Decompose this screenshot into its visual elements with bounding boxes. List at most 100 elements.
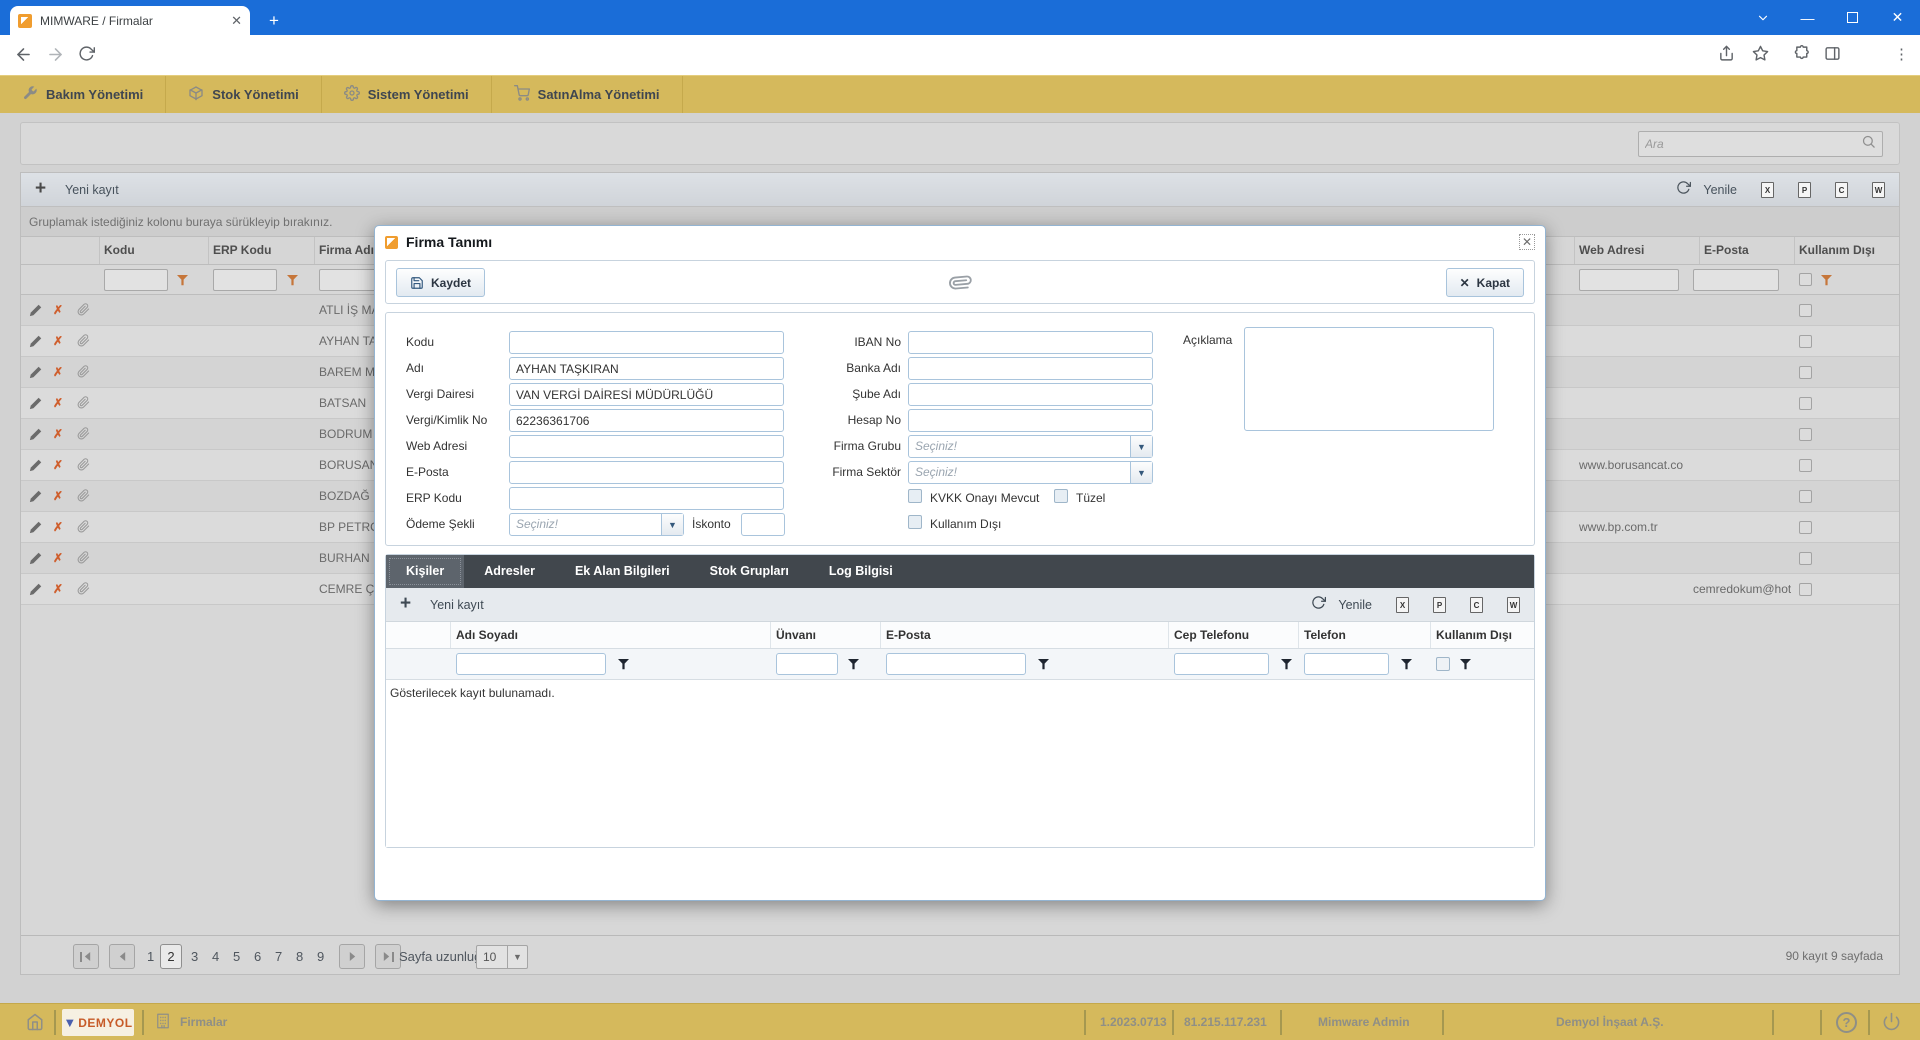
new-record-plus-icon[interactable]: + [35, 178, 46, 200]
refresh-icon[interactable] [1311, 595, 1326, 615]
new-record-plus-icon[interactable]: + [400, 593, 411, 615]
tab-stok-gruplari[interactable]: Stok Grupları [690, 555, 809, 588]
row-kullanim-checkbox[interactable] [1799, 397, 1812, 410]
filter-funnel-icon[interactable] [1281, 657, 1292, 675]
col-telefon[interactable]: Telefon [1304, 628, 1346, 642]
sube-adi-input[interactable] [908, 383, 1153, 406]
aciklama-textarea[interactable] [1244, 327, 1494, 431]
edit-pencil-icon[interactable] [29, 582, 43, 599]
window-close-button[interactable]: ✕ [1875, 0, 1920, 35]
forward-icon[interactable] [46, 45, 65, 69]
row-kullanim-checkbox[interactable] [1799, 552, 1812, 565]
iskonto-input[interactable] [741, 513, 785, 536]
filter-funnel-icon[interactable] [848, 657, 859, 675]
doc-export-icon[interactable]: W [1507, 597, 1520, 613]
delete-x-icon[interactable]: ✗ [53, 520, 63, 534]
dialog-titlebar[interactable]: Firma Tanımı ✕ [375, 226, 1545, 258]
filter-telefon-input[interactable] [1304, 653, 1389, 675]
window-maximize-button[interactable] [1830, 0, 1875, 35]
side-panel-icon[interactable] [1824, 45, 1841, 67]
pdf-export-icon[interactable]: P [1798, 182, 1811, 198]
dialog-close-icon[interactable]: ✕ [1519, 234, 1535, 250]
row-kullanim-checkbox[interactable] [1799, 459, 1812, 472]
delete-x-icon[interactable]: ✗ [53, 396, 63, 410]
filter-cep-input[interactable] [1174, 653, 1269, 675]
back-icon[interactable] [14, 45, 33, 69]
csv-export-icon[interactable]: C [1470, 597, 1483, 613]
attachment-clip-icon[interactable] [77, 427, 90, 443]
menu-stok-yonetimi[interactable]: Stok Yönetimi [166, 76, 321, 113]
delete-x-icon[interactable]: ✗ [53, 458, 63, 472]
erp-kodu-input[interactable] [509, 487, 784, 510]
col-kullanim-disi[interactable]: Kullanım Dışı [1436, 628, 1512, 642]
filter-web-input[interactable] [1579, 269, 1679, 291]
row-kullanim-checkbox[interactable] [1799, 521, 1812, 534]
col-eposta[interactable]: E-Posta [886, 628, 931, 642]
tab-close-icon[interactable]: ✕ [231, 13, 242, 29]
tuzel-checkbox[interactable] [1054, 489, 1068, 503]
tab-kisiler[interactable]: Kişiler [386, 555, 464, 588]
filter-funnel-icon[interactable] [177, 273, 188, 291]
page-number[interactable]: 5 [233, 949, 240, 964]
tab-adresler[interactable]: Adresler [464, 555, 555, 588]
attachment-clip-icon[interactable] [77, 551, 90, 567]
firma-grubu-select[interactable]: Seçiniz! ▼ [908, 435, 1153, 458]
first-page-button[interactable] [73, 944, 99, 969]
new-record-button[interactable]: Yeni kayıt [65, 183, 119, 197]
filter-adi-soyadi-input[interactable] [456, 653, 606, 675]
edit-pencil-icon[interactable] [29, 458, 43, 475]
delete-x-icon[interactable]: ✗ [53, 303, 63, 317]
menu-sistem-yonetimi[interactable]: Sistem Yönetimi [322, 76, 492, 113]
next-page-button[interactable] [339, 944, 365, 969]
page-size-select[interactable]: 10 ▼ [476, 945, 528, 969]
filter-eposta-input[interactable] [886, 653, 1026, 675]
csv-export-icon[interactable]: C [1835, 182, 1848, 198]
filter-funnel-icon[interactable] [1401, 657, 1412, 675]
page-number[interactable]: 1 [147, 949, 154, 964]
col-erp-kodu[interactable]: ERP Kodu [213, 243, 271, 257]
col-eposta[interactable]: E-Posta [1704, 243, 1749, 257]
new-tab-button[interactable]: + [262, 9, 286, 33]
chevron-down-icon[interactable]: ▼ [507, 946, 527, 968]
prev-page-button[interactable] [109, 944, 135, 969]
chevron-down-icon[interactable]: ▼ [1130, 462, 1152, 483]
odeme-sekli-select[interactable]: Seçiniz! ▼ [509, 513, 684, 536]
edit-pencil-icon[interactable] [29, 365, 43, 382]
col-kodu[interactable]: Kodu [104, 243, 135, 257]
demyol-logo[interactable]: ▼ DEMYOL [62, 1009, 134, 1036]
share-icon[interactable] [1718, 45, 1735, 67]
page-number[interactable]: 9 [317, 949, 324, 964]
firma-sektor-select[interactable]: Seçiniz! ▼ [908, 461, 1153, 484]
row-kullanim-checkbox[interactable] [1799, 335, 1812, 348]
filter-unvani-input[interactable] [776, 653, 838, 675]
filter-kullanim-checkbox[interactable] [1436, 657, 1450, 671]
filter-kodu-input[interactable] [104, 269, 168, 291]
attachment-clip-icon[interactable] [77, 458, 90, 474]
filter-funnel-icon[interactable] [1038, 657, 1049, 675]
xls-export-icon[interactable]: X [1761, 182, 1774, 198]
edit-pencil-icon[interactable] [29, 303, 43, 320]
last-page-button[interactable] [375, 944, 401, 969]
attachment-clip-icon[interactable] [77, 520, 90, 536]
row-kullanim-checkbox[interactable] [1799, 490, 1812, 503]
row-kullanim-checkbox[interactable] [1799, 366, 1812, 379]
delete-x-icon[interactable]: ✗ [53, 365, 63, 379]
edit-pencil-icon[interactable] [29, 334, 43, 351]
edit-pencil-icon[interactable] [29, 396, 43, 413]
delete-x-icon[interactable]: ✗ [53, 551, 63, 565]
home-icon[interactable] [26, 1013, 44, 1036]
doc-export-icon[interactable]: W [1872, 182, 1885, 198]
filter-funnel-icon[interactable] [287, 273, 298, 291]
filter-funnel-icon[interactable] [1460, 657, 1471, 675]
col-adi-soyadi[interactable]: Adı Soyadı [456, 628, 518, 642]
help-icon[interactable]: ? [1836, 1012, 1857, 1033]
kodu-input[interactable] [509, 331, 784, 354]
hesap-no-input[interactable] [908, 409, 1153, 432]
filter-funnel-icon[interactable] [1821, 273, 1832, 291]
window-chevron-icon[interactable] [1740, 0, 1785, 35]
window-minimize-button[interactable]: — [1785, 0, 1830, 35]
col-unvani[interactable]: Ünvanı [776, 628, 816, 642]
vergi-kimlik-input[interactable] [509, 409, 784, 432]
filter-erp-input[interactable] [213, 269, 277, 291]
chevron-down-icon[interactable]: ▼ [661, 514, 683, 535]
